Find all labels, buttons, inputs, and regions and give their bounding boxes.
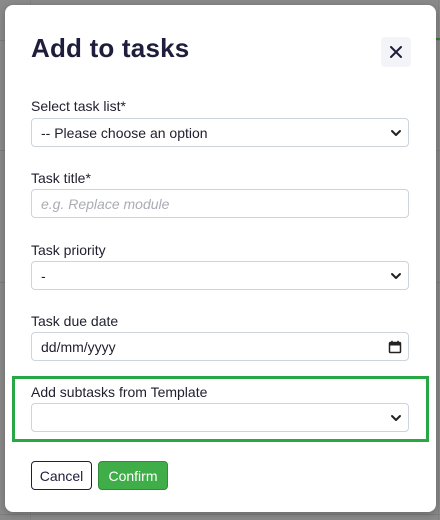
task-priority-value: - [41,267,46,284]
task-due-date-input[interactable]: dd/mm/yyyy [31,332,409,361]
chevron-down-icon [391,415,401,421]
task-priority-select[interactable]: - [31,261,409,290]
task-list-select[interactable]: -- Please choose an option [31,118,409,147]
task-title-input[interactable]: e.g. Replace module [31,189,409,218]
task-list-label: Select task list* [31,98,126,114]
task-list-value: -- Please choose an option [41,124,208,141]
task-due-date-label: Task due date [31,313,119,329]
task-title-label: Task title* [31,170,91,186]
confirm-button[interactable]: Confirm [98,461,168,490]
modal-title: Add to tasks [31,33,190,63]
chevron-down-icon [391,130,401,136]
cancel-button[interactable]: Cancel [31,461,92,490]
background-divider [0,514,440,515]
chevron-down-icon [391,273,401,279]
task-due-date-value: dd/mm/yyyy [41,338,116,355]
task-priority-label: Task priority [31,242,106,258]
subtasks-template-label: Add subtasks from Template [31,384,208,400]
background-column-line [438,0,439,520]
calendar-icon[interactable] [388,340,402,354]
close-button[interactable] [381,37,411,67]
task-title-placeholder: e.g. Replace module [41,195,170,212]
add-to-tasks-modal: Add to tasks Select task list* -- Please… [5,5,436,512]
close-icon [390,46,402,58]
subtasks-template-select[interactable] [31,403,409,432]
